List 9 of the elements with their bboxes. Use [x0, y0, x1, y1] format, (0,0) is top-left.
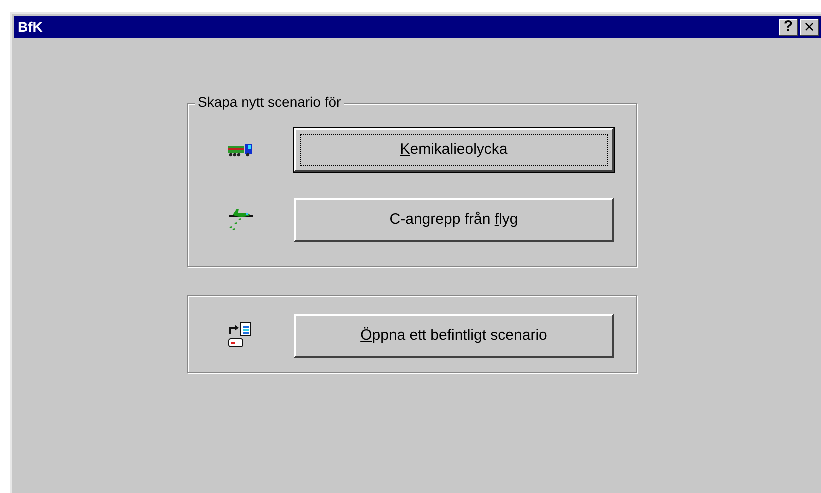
close-button[interactable]: ×	[800, 18, 819, 36]
command-button[interactable]: C-angrepp från flyg	[294, 198, 614, 242]
command-button[interactable]: Kemikalieolycka	[294, 128, 614, 172]
help-button[interactable]: ?	[779, 18, 798, 36]
group-legend: Skapa nytt scenario för	[195, 94, 344, 110]
truck-icon	[227, 141, 255, 159]
command-button[interactable]: Öppna ett befintligt scenario	[294, 314, 614, 358]
window-title: BfK	[18, 19, 43, 35]
plane-icon	[227, 208, 255, 232]
